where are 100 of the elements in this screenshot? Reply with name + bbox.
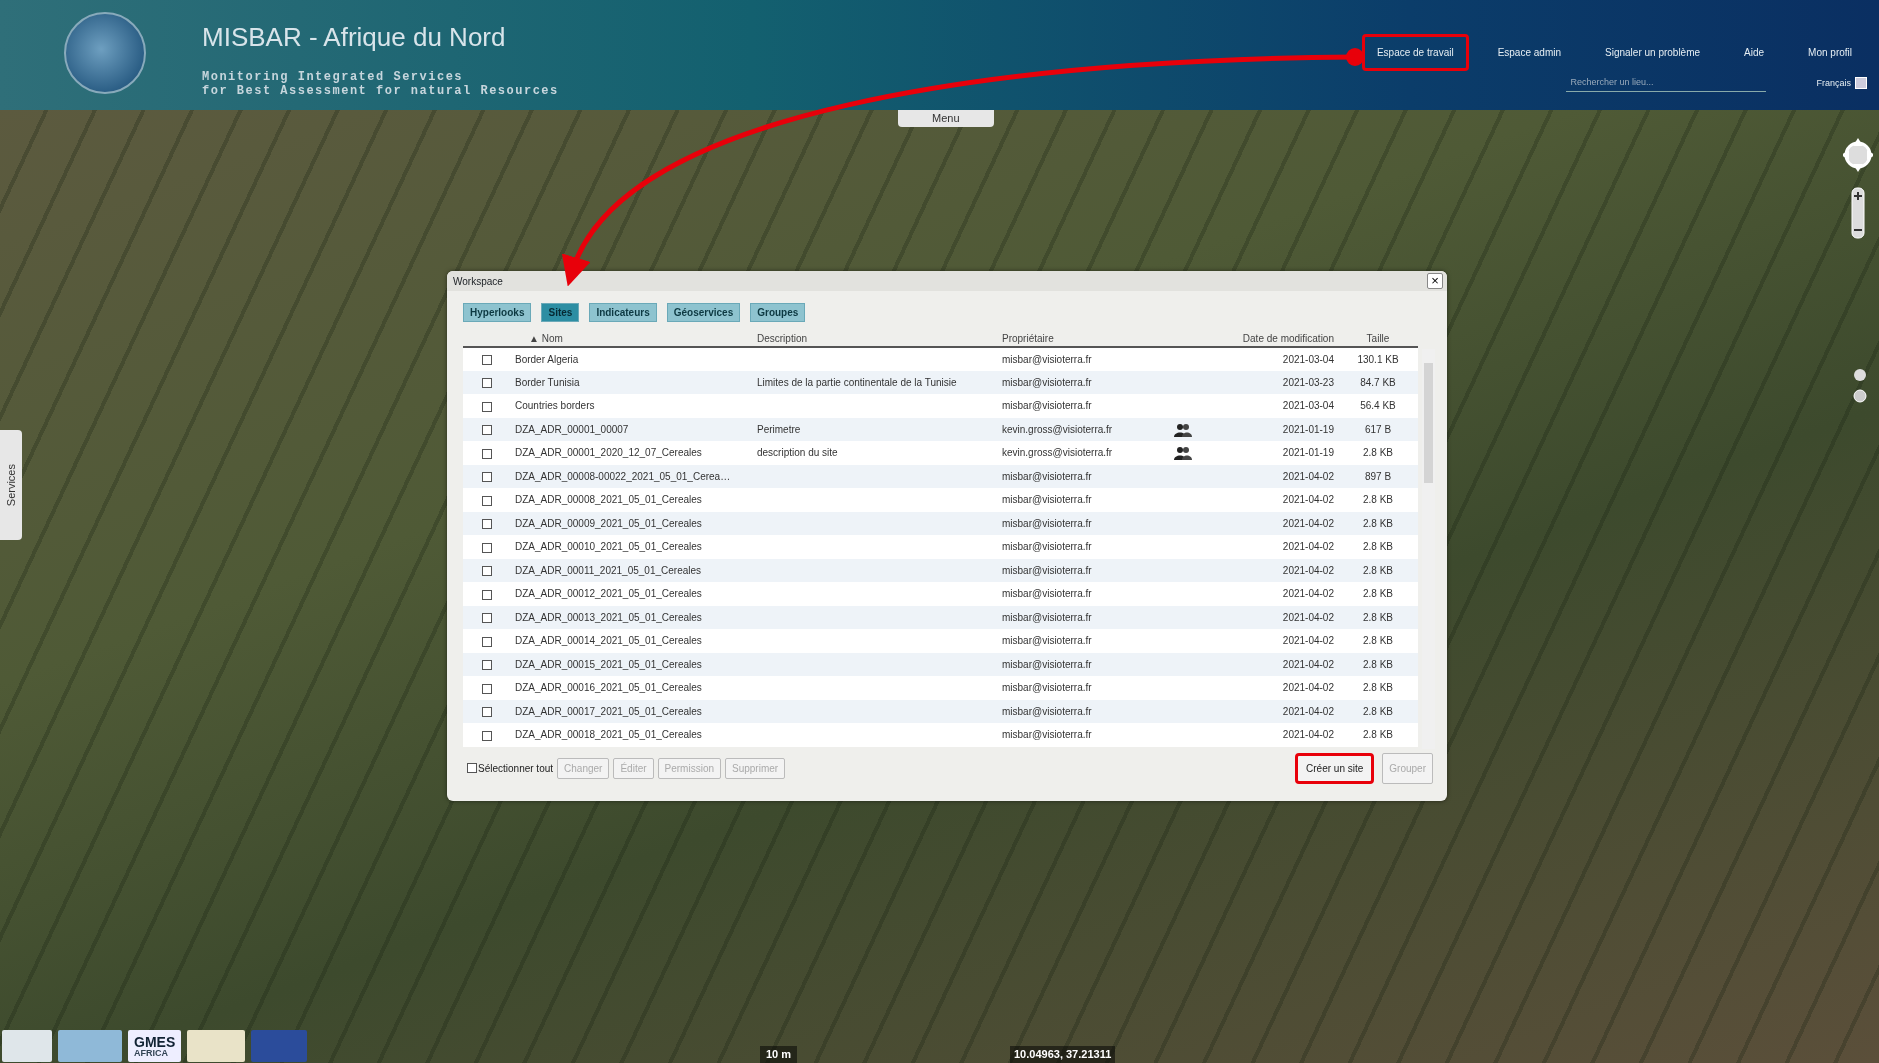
owner-email: misbar@visioterra.fr xyxy=(1002,470,1092,482)
owner-email: misbar@visioterra.fr xyxy=(1002,494,1092,506)
modified-date: 2021-04-02 xyxy=(1282,470,1334,482)
gmes-logo: GMES AFRICA xyxy=(128,1030,182,1062)
site-name: DZA_ADR_00010_2021_05_01_Cereales xyxy=(515,541,702,553)
file-size: 2.8 KB xyxy=(1363,729,1393,741)
checkbox[interactable] xyxy=(482,519,492,530)
site-name: DZA_ADR_00012_2021_05_01_Cereales xyxy=(515,588,702,600)
site-name: Border Tunisia xyxy=(515,376,580,388)
checkbox[interactable] xyxy=(482,730,492,741)
owner-email: misbar@visioterra.fr xyxy=(1002,400,1092,412)
tab[interactable]: Hyperlooks xyxy=(463,303,532,322)
column-header[interactable]: Propriétaire xyxy=(1002,332,1054,344)
close-button[interactable]: × xyxy=(1427,273,1443,289)
site-name: Border Algeria xyxy=(515,353,579,365)
tab[interactable]: Indicateurs xyxy=(589,303,657,322)
site-name: DZA_ADR_00015_2021_05_01_Cereales xyxy=(515,658,702,670)
coordinates-label: 10.04963, 37.21311 xyxy=(1010,1046,1116,1063)
site-title: MISBAR - Afrique du Nord xyxy=(202,21,507,54)
checkbox[interactable] xyxy=(482,355,492,366)
tab[interactable]: Géoservices xyxy=(666,303,741,322)
site-name: DZA_ADR_00014_2021_05_01_Cereales xyxy=(515,635,702,647)
file-size: 2.8 KB xyxy=(1363,588,1393,600)
column-header[interactable]: Date de modification xyxy=(1242,332,1334,344)
site-name: DZA_ADR_00001_2020_12_07_Cereales xyxy=(515,447,702,459)
file-size: 130.1 KB xyxy=(1357,353,1399,365)
site-description: description du site xyxy=(757,447,838,459)
site-name: DZA_ADR_00016_2021_05_01_Cereales xyxy=(515,682,702,694)
tab[interactable]: Sites xyxy=(541,303,580,322)
modified-date: 2021-03-04 xyxy=(1282,400,1334,412)
site-description: Limites de la partie continentale de la Tunisie xyxy=(757,376,957,388)
owner-email: misbar@visioterra.fr xyxy=(1002,682,1092,694)
dialog-title: Workspace xyxy=(453,274,503,289)
checkbox[interactable] xyxy=(482,707,492,718)
modified-date: 2021-04-02 xyxy=(1282,541,1334,553)
modified-date: 2021-01-19 xyxy=(1282,447,1334,459)
map-layer-icon[interactable] xyxy=(1853,368,1867,404)
file-size: 2.8 KB xyxy=(1363,494,1393,506)
checkbox[interactable] xyxy=(482,660,492,671)
site-name: DZA_ADR_00018_2021_05_01_Cereales xyxy=(515,729,702,741)
checkbox[interactable] xyxy=(482,425,492,436)
checkbox[interactable] xyxy=(482,613,492,624)
modified-date: 2021-04-02 xyxy=(1282,682,1334,694)
file-size: 2.8 KB xyxy=(1363,517,1393,529)
checkbox[interactable] xyxy=(482,566,492,577)
owner-email: kevin.gross@visioterra.fr xyxy=(1002,423,1113,435)
checkbox[interactable] xyxy=(482,448,492,459)
modified-date: 2021-04-02 xyxy=(1282,564,1334,576)
nav-link[interactable]: Signaler un problème xyxy=(1590,34,1716,71)
checkbox[interactable] xyxy=(482,495,492,506)
scale-label: 10 m xyxy=(760,1046,798,1063)
modified-date: 2021-04-02 xyxy=(1282,635,1334,647)
file-size: 2.8 KB xyxy=(1363,705,1393,717)
column-header[interactable]: ▲ Nom xyxy=(515,332,563,344)
modified-date: 2021-03-04 xyxy=(1282,353,1334,365)
site-description: Perimetre xyxy=(757,423,801,435)
file-size: 897 B xyxy=(1364,470,1392,482)
select-all-checkbox[interactable]: Sélectionner tout xyxy=(467,760,554,776)
file-size: 617 B xyxy=(1364,423,1392,435)
language-selector[interactable]: Français xyxy=(1816,76,1851,90)
site-name: DZA_ADR_00008_2021_05_01_Cereales xyxy=(515,494,702,506)
owner-email: misbar@visioterra.fr xyxy=(1002,564,1092,576)
nav-link[interactable]: Mon profil xyxy=(1793,34,1867,71)
tagline: for Best Assessment for natural Resources xyxy=(202,84,559,99)
nav-link[interactable]: Aide xyxy=(1729,34,1780,71)
column-header[interactable]: Taille xyxy=(1366,332,1390,344)
tagline: Monitoring Integrated Services xyxy=(202,71,465,85)
owner-email: misbar@visioterra.fr xyxy=(1002,588,1092,600)
modified-date: 2021-04-02 xyxy=(1282,588,1334,600)
column-header[interactable]: Description xyxy=(757,332,808,344)
site-name: DZA_ADR_00017_2021_05_01_Cereales xyxy=(515,705,702,717)
site-name: DZA_ADR_00009_2021_05_01_Cereales xyxy=(515,517,702,529)
file-size: 2.8 KB xyxy=(1363,447,1393,459)
checkbox[interactable] xyxy=(482,683,492,694)
menu-tab[interactable]: Menu xyxy=(898,110,994,127)
owner-email: misbar@visioterra.fr xyxy=(1002,611,1092,623)
checkbox[interactable] xyxy=(482,589,492,600)
nav-link[interactable]: Espace admin xyxy=(1482,34,1576,71)
tab[interactable]: Groupes xyxy=(750,303,806,322)
modified-date: 2021-04-02 xyxy=(1282,705,1334,717)
nav-link[interactable]: Espace de travail xyxy=(1361,34,1469,71)
modified-date: 2021-04-02 xyxy=(1282,729,1334,741)
modified-date: 2021-04-02 xyxy=(1282,517,1334,529)
owner-email: misbar@visioterra.fr xyxy=(1002,635,1092,647)
search-field[interactable]: Rechercher un lieu... xyxy=(1566,75,1767,92)
file-size: 2.8 KB xyxy=(1363,635,1393,647)
file-size: 2.8 KB xyxy=(1363,658,1393,670)
checkbox[interactable] xyxy=(482,472,492,483)
action-button[interactable]: Créer un site xyxy=(1295,752,1375,784)
checkbox[interactable] xyxy=(482,378,492,389)
modified-date: 2021-03-23 xyxy=(1282,376,1334,388)
file-size: 2.8 KB xyxy=(1363,541,1393,553)
owner-email: misbar@visioterra.fr xyxy=(1002,541,1092,553)
checkbox[interactable] xyxy=(482,542,492,553)
services-tab[interactable]: Services xyxy=(0,430,22,540)
scrollbar[interactable] xyxy=(1422,349,1435,749)
checkbox[interactable] xyxy=(482,636,492,647)
modified-date: 2021-01-19 xyxy=(1282,423,1334,435)
owner-email: misbar@visioterra.fr xyxy=(1002,658,1092,670)
checkbox[interactable] xyxy=(482,401,492,412)
